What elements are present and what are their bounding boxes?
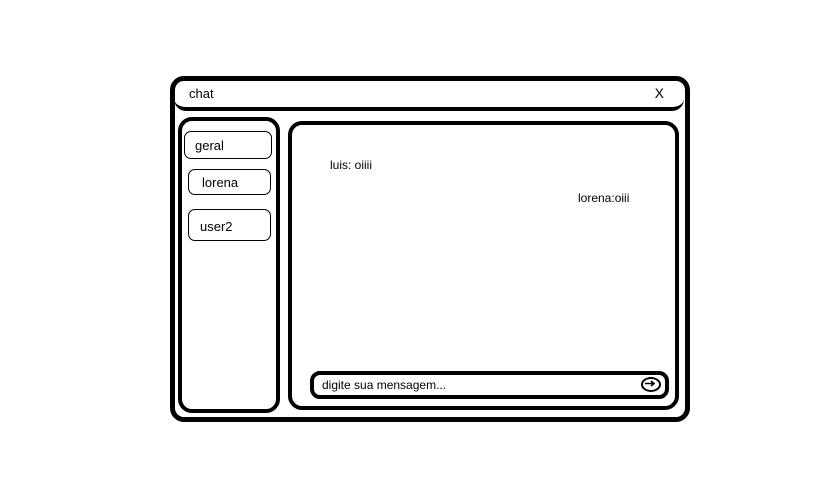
sidebar-item-label: geral	[195, 138, 224, 153]
chat-panel: luis: oiiii lorena:oiii	[288, 121, 679, 410]
window-title: chat	[189, 86, 214, 101]
close-button[interactable]: X	[655, 85, 664, 101]
title-bar: chat X	[174, 81, 684, 111]
sidebar-item-lorena[interactable]: lorena	[188, 169, 271, 195]
sidebar-item-label: lorena	[202, 175, 239, 190]
sidebar: geral lorena user2	[178, 117, 280, 413]
message-input[interactable]	[322, 375, 622, 395]
sidebar-item-user2[interactable]: user2	[188, 209, 271, 241]
chat-message: luis: oiiii	[330, 158, 373, 172]
chat-window: chat X geral lorena user2 luis: oiiii lo…	[170, 76, 690, 422]
send-icon	[645, 380, 656, 387]
chat-message: lorena:oiii	[578, 191, 630, 205]
sidebar-item-label: user2	[200, 219, 233, 234]
sidebar-item-geral[interactable]: geral	[184, 131, 272, 159]
message-composer	[310, 371, 669, 399]
send-button[interactable]	[641, 377, 661, 392]
